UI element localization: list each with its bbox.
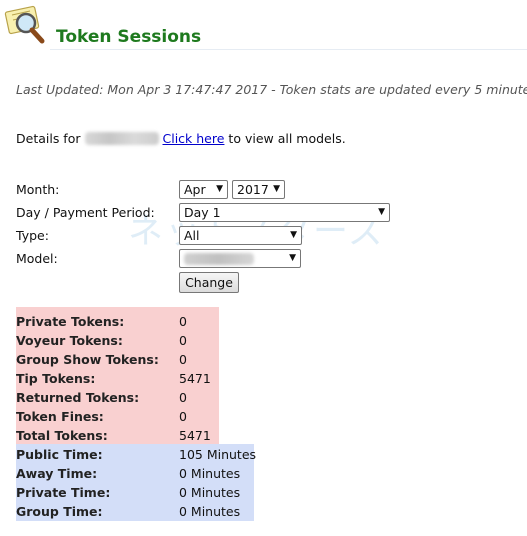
change-button[interactable]: Change: [179, 272, 239, 293]
header-divider: [50, 49, 527, 50]
day-period-label: Day / Payment Period:: [16, 205, 155, 220]
dropdown-arrow-icon: ▼: [289, 253, 296, 263]
year-select-value: 2017: [237, 182, 269, 197]
details-suffix: to view all models.: [228, 131, 346, 146]
stat-label: Total Tokens:: [16, 428, 108, 443]
stat-value: 0 Minutes: [179, 466, 241, 481]
dropdown-arrow-icon: ▼: [378, 207, 385, 217]
type-select[interactable]: All ▼: [179, 226, 302, 245]
stat-label: Group Time:: [16, 504, 103, 519]
stat-label: Returned Tokens:: [16, 390, 140, 405]
stat-value: 0: [179, 314, 187, 329]
model-select[interactable]: ▼: [179, 249, 301, 268]
stat-value: 5471: [179, 428, 211, 443]
stat-label: Private Time:: [16, 485, 111, 500]
time-stats-rows: Public Time: 105 Minutes Away Time: 0 Minu…: [16, 444, 257, 521]
stat-value: 0: [179, 409, 187, 424]
stat-label: Private Tokens:: [16, 314, 125, 329]
stat-label: Token Fines:: [16, 409, 104, 424]
dropdown-arrow-icon: ▼: [290, 230, 297, 240]
token-stats-rows: Private Tokens: 0 Voyeur Tokens: 0 Group S…: [16, 307, 219, 444]
day-period-select-value: Day 1: [184, 205, 221, 220]
day-period-select[interactable]: Day 1 ▼: [179, 203, 390, 222]
redacted-model-name: [84, 132, 159, 145]
stat-label: Public Time:: [16, 447, 103, 462]
stat-value: 0: [179, 333, 187, 348]
stat-value: 5471: [179, 371, 211, 386]
month-select[interactable]: Apr ▼: [179, 180, 228, 199]
details-line: Details for Click here to view all models…: [16, 131, 346, 146]
model-label: Model:: [16, 251, 58, 266]
details-prefix: Details for: [16, 131, 81, 146]
view-all-models-link[interactable]: Click here: [163, 131, 225, 146]
magnifier-document-icon: [4, 5, 45, 44]
type-select-value: All: [184, 228, 200, 243]
stat-value: 105 Minutes: [179, 447, 257, 462]
stat-label: Away Time:: [16, 466, 98, 481]
stat-value: 0 Minutes: [179, 504, 241, 519]
stat-label: Voyeur Tokens:: [16, 333, 123, 348]
redacted-model-value: [184, 253, 254, 265]
stat-label: Group Show Tokens:: [16, 352, 159, 367]
dropdown-arrow-icon: ▼: [216, 184, 223, 194]
stat-value: 0 Minutes: [179, 485, 241, 500]
type-label: Type:: [16, 228, 49, 243]
page-header: Token Sessions: [0, 0, 527, 50]
stat-value: 0: [179, 390, 187, 405]
month-select-value: Apr: [184, 182, 206, 197]
year-select[interactable]: 2017 ▼: [232, 180, 285, 199]
dropdown-arrow-icon: ▼: [273, 184, 280, 194]
last-updated-text: Last Updated: Mon Apr 3 17:47:47 2017 - …: [16, 82, 527, 97]
stat-label: Tip Tokens:: [16, 371, 96, 386]
stat-value: 0: [179, 352, 187, 367]
month-label: Month:: [16, 182, 60, 197]
page-title: Token Sessions: [56, 27, 202, 47]
